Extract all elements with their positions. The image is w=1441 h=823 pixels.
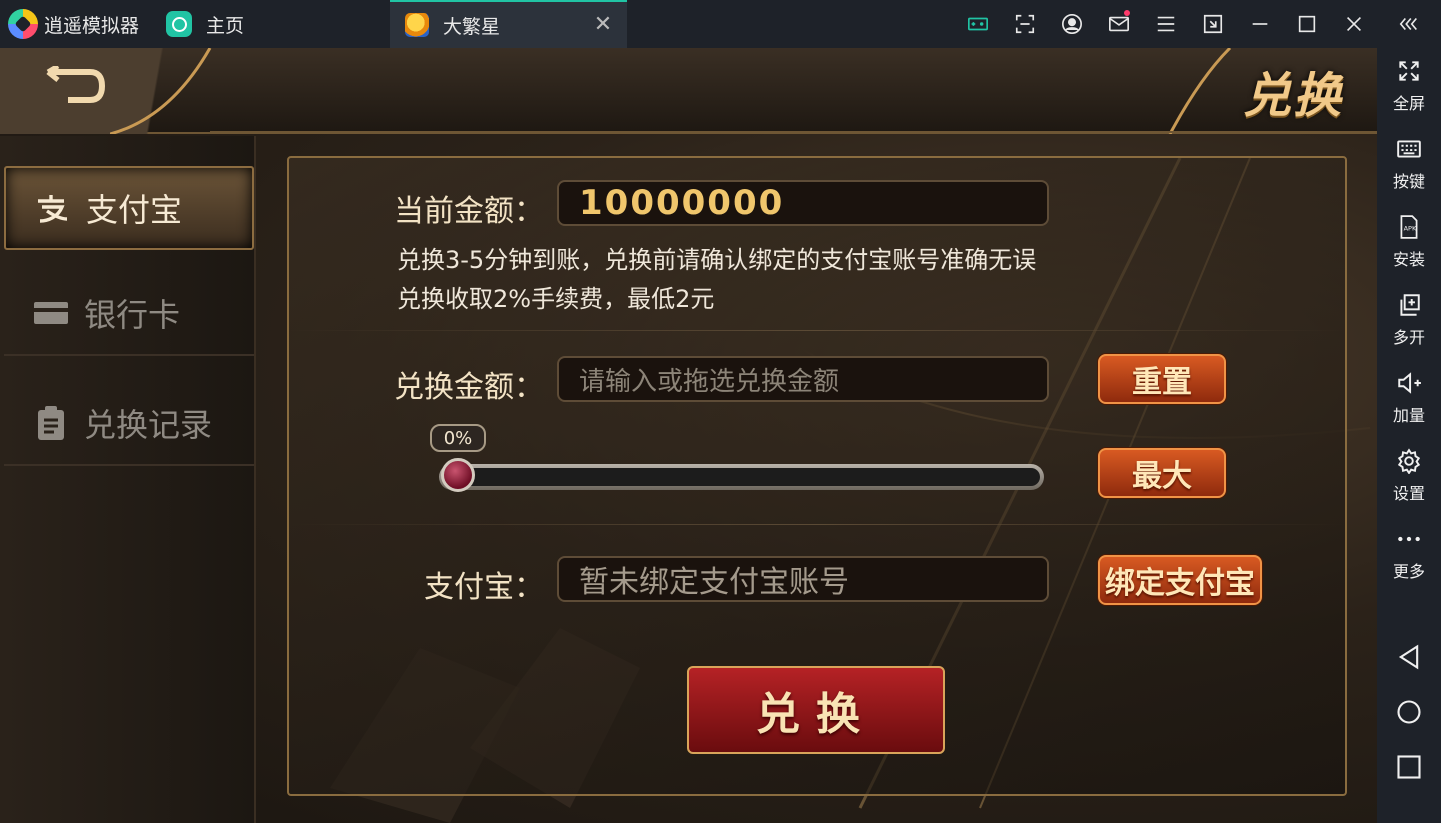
sidebar-volume-up[interactable]: 加量 — [1377, 370, 1441, 440]
user-icon[interactable] — [1048, 0, 1095, 48]
titlebar-controls — [954, 0, 1441, 48]
close-tab-icon[interactable]: ✕ — [593, 14, 613, 36]
android-home-button[interactable] — [1377, 692, 1441, 732]
multi-instance-icon — [1400, 294, 1420, 316]
info-line-fee: 兑换收取2%手续费，最低2元 — [397, 285, 715, 313]
balance-value: 10000000 — [557, 180, 1049, 226]
emulator-sidebar: 全屏 按键 APK 安装 多开 加量 设置 更多 — [1377, 48, 1441, 823]
bank-card-icon — [32, 298, 70, 328]
game-screen: 兑换 支付宝 银行卡 兑换记录 当前金额： 10000000 兑换3-5分钟到账… — [0, 48, 1377, 823]
nav-item-bank-card-label: 银行卡 — [84, 296, 181, 334]
nav-item-alipay-label: 支付宝 — [86, 191, 183, 229]
max-button[interactable]: 最大 — [1098, 448, 1226, 498]
sidebar-settings-label: 设置 — [1392, 484, 1425, 503]
game-app-icon — [405, 13, 429, 37]
sidebar-multi[interactable]: 多开 — [1377, 292, 1441, 362]
apk-icon: APK — [1400, 215, 1418, 239]
slider-handle[interactable] — [441, 458, 475, 492]
mail-icon[interactable] — [1095, 0, 1142, 48]
nav-item-exchange-history[interactable]: 兑换记录 — [4, 382, 254, 466]
exchange-amount-input[interactable]: 请输入或拖选兑换金额 — [557, 356, 1049, 402]
back-arrow-icon[interactable] — [42, 66, 108, 106]
slider-percent-badge: 0% — [430, 424, 486, 452]
emulator-brand: 逍遥模拟器 — [8, 8, 139, 40]
home-circle-icon — [1397, 700, 1421, 724]
mail-notification-dot — [1124, 10, 1130, 16]
alipay-icon — [34, 193, 72, 223]
close-window-icon[interactable] — [1330, 0, 1377, 48]
clipboard-icon — [32, 406, 70, 440]
tab-home[interactable]: 主页 — [166, 8, 244, 40]
keyboard-icon — [1397, 140, 1421, 158]
exchange-submit-button[interactable]: 兑换 — [687, 666, 945, 754]
sidebar-keymap[interactable]: 按键 — [1377, 136, 1441, 206]
recents-square-icon — [1397, 755, 1421, 779]
sidebar-fullscreen[interactable]: 全屏 — [1377, 58, 1441, 128]
info-line-timing: 兑换3-5分钟到账，兑换前请确认绑定的支付宝账号准确无误 — [397, 246, 1037, 274]
fullscreen-icon — [1399, 61, 1419, 81]
sidebar-install[interactable]: APK 安装 — [1377, 214, 1441, 284]
alipay-account-label: 支付宝： — [424, 570, 544, 605]
sidebar-more-label: 更多 — [1392, 562, 1425, 581]
window-mode-icon[interactable] — [1189, 0, 1236, 48]
header-gold-swoosh — [110, 48, 1377, 134]
emulator-titlebar: 逍遥模拟器 主页 大繁星 ✕ — [0, 0, 1441, 48]
balance-label: 当前金额： — [394, 194, 544, 229]
screenshot-icon[interactable] — [1001, 0, 1048, 48]
sidebar-volume-up-label: 加量 — [1392, 406, 1425, 425]
android-recents-button[interactable] — [1377, 747, 1441, 787]
exchange-amount-slider[interactable] — [439, 464, 1044, 490]
maximize-icon[interactable] — [1283, 0, 1330, 48]
section-divider — [289, 330, 1345, 331]
more-icon — [1398, 536, 1420, 542]
exchange-nav: 支付宝 银行卡 兑换记录 — [0, 136, 256, 823]
svg-text:APK: APK — [1404, 224, 1417, 232]
reset-button[interactable]: 重置 — [1098, 354, 1226, 404]
nav-item-alipay[interactable]: 支付宝 — [4, 166, 254, 250]
nav-item-bank-card[interactable]: 银行卡 — [4, 272, 254, 356]
tab-game-label: 大繁星 — [443, 15, 501, 38]
home-icon — [166, 11, 192, 37]
sidebar-settings[interactable]: 设置 — [1377, 448, 1441, 518]
alipay-account-value: 暂未绑定支付宝账号 — [557, 556, 1049, 602]
emulator-app-name: 逍遥模拟器 — [44, 14, 140, 37]
collapse-sidebar-icon[interactable] — [1377, 0, 1441, 48]
sidebar-keymap-label: 按键 — [1392, 172, 1425, 191]
nav-item-exchange-history-label: 兑换记录 — [84, 406, 213, 444]
tab-home-label: 主页 — [206, 14, 245, 37]
game-header: 兑换 — [0, 48, 1377, 134]
exchange-amount-label: 兑换金额： — [394, 370, 544, 405]
sidebar-more[interactable]: 更多 — [1377, 526, 1441, 596]
page-title: 兑换 — [1242, 68, 1343, 124]
volume-up-icon — [1398, 372, 1421, 394]
emulator-logo-icon — [8, 9, 38, 39]
sidebar-multi-label: 多开 — [1392, 328, 1425, 347]
sidebar-install-label: 安装 — [1392, 250, 1425, 269]
alipay-exchange-panel: 当前金额： 10000000 兑换3-5分钟到账，兑换前请确认绑定的支付宝账号准… — [287, 156, 1347, 796]
android-back-button[interactable] — [1377, 637, 1441, 677]
section-divider — [289, 524, 1345, 525]
bind-alipay-button[interactable]: 绑定支付宝 — [1098, 555, 1262, 605]
tab-game[interactable]: 大繁星 ✕ — [390, 0, 627, 48]
minimize-icon[interactable] — [1236, 0, 1283, 48]
menu-icon[interactable] — [1142, 0, 1189, 48]
gear-icon — [1397, 448, 1421, 474]
sidebar-fullscreen-label: 全屏 — [1392, 94, 1425, 113]
back-triangle-icon — [1398, 644, 1419, 670]
gamepad-icon[interactable] — [954, 0, 1001, 48]
